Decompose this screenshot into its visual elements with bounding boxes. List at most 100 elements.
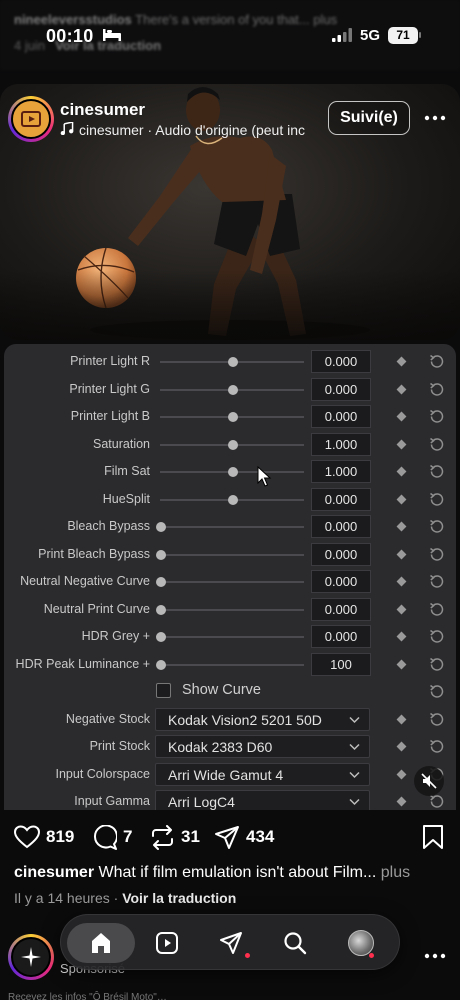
tab-home[interactable] xyxy=(67,923,135,963)
author-avatar[interactable] xyxy=(8,96,54,142)
slider-handle[interactable] xyxy=(228,467,238,477)
audio-attribution[interactable]: cinesumer · Audio d'origine (peut inc xyxy=(60,122,318,138)
translate-link[interactable]: Voir la traduction xyxy=(122,890,236,906)
mute-toggle[interactable] xyxy=(414,766,444,796)
keyframe-diamond-icon[interactable] xyxy=(396,411,407,422)
reset-icon[interactable] xyxy=(428,353,445,370)
slider-value-field[interactable]: 0.000 xyxy=(311,350,371,373)
share-button[interactable]: 434 xyxy=(214,824,274,850)
slider-value-field[interactable]: 0.000 xyxy=(311,597,371,621)
slider-value-field[interactable]: 1.000 xyxy=(311,460,371,483)
reset-icon[interactable] xyxy=(428,683,445,700)
keyframe-diamond-icon[interactable] xyxy=(396,549,407,559)
reset-icon[interactable] xyxy=(428,408,445,425)
slider-handle[interactable] xyxy=(156,577,166,587)
dropdown-row: Input Colorspace Arri Wide Gamut 4 xyxy=(4,761,456,788)
reset-icon[interactable] xyxy=(428,628,445,645)
comment-button[interactable]: 7 xyxy=(92,824,132,850)
music-note-icon xyxy=(60,122,74,135)
slider-row: Film Sat 1.000 xyxy=(4,458,456,485)
post-caption[interactable]: cinesumer What if film emulation isn't a… xyxy=(14,864,450,882)
caption-more-link[interactable]: plus xyxy=(381,864,410,881)
slider-track[interactable] xyxy=(160,636,304,638)
tab-reels[interactable] xyxy=(133,923,201,963)
tab-search[interactable] xyxy=(261,923,329,963)
keyframe-diamond-icon[interactable] xyxy=(396,796,407,807)
slider-handle[interactable] xyxy=(156,659,166,670)
author-username[interactable]: cinesumer xyxy=(60,100,145,120)
keyframe-diamond-icon[interactable] xyxy=(396,659,407,669)
slider-handle[interactable] xyxy=(156,604,166,615)
slider-label: Saturation xyxy=(93,436,150,451)
slider-handle[interactable] xyxy=(228,384,238,395)
repost-icon xyxy=(152,824,173,850)
keyframe-diamond-icon[interactable] xyxy=(396,494,407,504)
slider-handle[interactable] xyxy=(228,412,238,422)
reset-icon[interactable] xyxy=(428,601,445,618)
bookmark-icon[interactable] xyxy=(422,824,444,850)
repost-button[interactable]: 31 xyxy=(150,824,200,850)
reset-icon[interactable] xyxy=(428,711,445,728)
slider-handle[interactable] xyxy=(228,357,238,367)
keyframe-diamond-icon[interactable] xyxy=(396,769,407,779)
slider-track[interactable] xyxy=(160,526,304,528)
keyframe-diamond-icon[interactable] xyxy=(396,466,407,477)
keyframe-diamond-icon[interactable] xyxy=(396,521,407,532)
reset-icon[interactable] xyxy=(428,546,445,563)
send-paper-plane-icon xyxy=(215,825,239,849)
keyframe-diamond-icon[interactable] xyxy=(396,576,407,587)
slider-handle[interactable] xyxy=(156,522,166,532)
slider-row: HDR Peak Luminance + 100 xyxy=(4,651,456,678)
keyframe-diamond-icon[interactable] xyxy=(396,439,407,449)
sparkle-logo-icon xyxy=(21,947,41,967)
slider-value-field[interactable]: 100 xyxy=(311,652,371,676)
reset-icon[interactable] xyxy=(428,573,445,590)
keyframe-diamond-icon[interactable] xyxy=(396,741,407,752)
slider-value-field[interactable]: 0.000 xyxy=(311,542,371,566)
slider-track[interactable] xyxy=(160,608,304,611)
slider-track[interactable] xyxy=(160,581,304,583)
slider-track[interactable] xyxy=(160,553,304,556)
reset-icon[interactable] xyxy=(428,518,445,535)
reset-icon[interactable] xyxy=(428,381,445,398)
slider-value-field[interactable]: 0.000 xyxy=(311,515,371,538)
slider-value-field[interactable]: 0.000 xyxy=(311,570,371,593)
keyframe-diamond-icon[interactable] xyxy=(396,714,407,724)
dropdown-select[interactable]: Kodak Vision2 5201 50D xyxy=(155,707,370,731)
reset-icon[interactable] xyxy=(428,436,445,453)
slider-value-field[interactable]: 0.000 xyxy=(311,625,371,648)
caption-username[interactable]: cinesumer xyxy=(14,864,94,881)
chevron-down-icon xyxy=(349,771,360,778)
keyframe-diamond-icon[interactable] xyxy=(396,384,407,394)
show-curve-checkbox[interactable] xyxy=(156,683,171,698)
tab-messages[interactable] xyxy=(197,923,265,963)
keyframe-diamond-icon[interactable] xyxy=(396,631,407,642)
reset-icon[interactable] xyxy=(428,738,445,755)
dropdown-select[interactable]: Arri LogC4 xyxy=(155,790,370,810)
slider-handle[interactable] xyxy=(156,549,166,560)
slider-handle[interactable] xyxy=(156,632,166,642)
next-post-avatar[interactable] xyxy=(8,934,54,980)
slider-handle[interactable] xyxy=(228,439,238,450)
profile-notification-dot xyxy=(369,953,374,958)
slider-value-field[interactable]: 0.000 xyxy=(311,487,371,511)
slider-track[interactable] xyxy=(160,663,304,666)
keyframe-diamond-icon[interactable] xyxy=(396,604,407,614)
like-button[interactable]: 819 xyxy=(14,824,74,850)
tab-profile[interactable] xyxy=(327,923,395,963)
more-options-icon[interactable] xyxy=(420,106,450,130)
audio-line-text: cinesumer · Audio d'origine (peut inc xyxy=(79,122,306,138)
slider-value-field[interactable]: 1.000 xyxy=(311,432,371,456)
reset-icon[interactable] xyxy=(428,463,445,480)
dropdown-select[interactable]: Kodak 2383 D60 xyxy=(155,735,370,758)
dropdown-select[interactable]: Arri Wide Gamut 4 xyxy=(155,762,370,786)
reset-icon[interactable] xyxy=(428,491,445,508)
following-button[interactable]: Suivi(e) xyxy=(328,101,410,135)
keyframe-diamond-icon[interactable] xyxy=(396,356,407,367)
slider-value-field[interactable]: 0.000 xyxy=(311,405,371,428)
next-post-more-icon[interactable] xyxy=(420,944,450,968)
reset-icon[interactable] xyxy=(428,656,445,673)
slider-value-field[interactable]: 0.000 xyxy=(311,377,371,401)
slider-handle[interactable] xyxy=(228,494,238,505)
caption-text: What if film emulation isn't about Film.… xyxy=(98,864,377,881)
